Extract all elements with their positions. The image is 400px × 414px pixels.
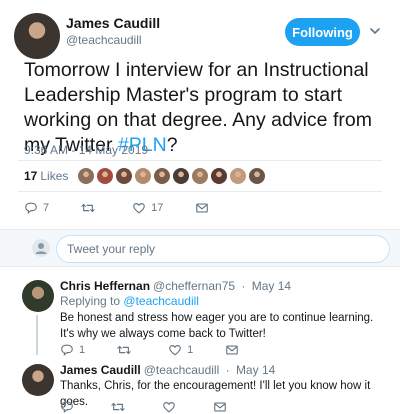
reply-actions: 1 1 (60, 343, 276, 357)
liker-avatar[interactable] (173, 168, 190, 184)
tweet-actions: 7 17 (24, 201, 246, 215)
tweet-text-body: Tomorrow I interview for an Instructiona… (24, 59, 372, 156)
liker-avatar[interactable] (154, 168, 171, 184)
replying-to-handle[interactable]: @teachcaudill (123, 294, 199, 308)
liker-avatar[interactable] (249, 168, 266, 184)
reply-author-name[interactable]: Chris Heffernan (60, 279, 150, 293)
retweet-action[interactable] (111, 400, 130, 414)
reply-header: James Caudill @teachcaudill · May 14 (60, 363, 276, 377)
reply-author-handle[interactable]: @cheffernan75 (153, 279, 235, 293)
retweet-icon (81, 203, 95, 213)
reply-author-handle[interactable]: @teachcaudill (144, 363, 220, 377)
like-action[interactable] (162, 400, 181, 414)
tweet-text-suffix: ? (166, 134, 178, 156)
divider (18, 191, 382, 192)
likes-row[interactable]: 17 Likes (24, 168, 268, 184)
envelope-icon (226, 345, 239, 355)
direct-message-action[interactable] (225, 343, 244, 357)
author-avatar[interactable] (14, 13, 60, 59)
reply-icon (61, 401, 73, 414)
retweet-icon (111, 402, 125, 412)
tweet-timestamp[interactable]: 9:36 AM - 14 May 2019 (24, 143, 148, 157)
liker-avatar[interactable] (230, 168, 247, 184)
heart-icon (133, 203, 145, 214)
reply-date[interactable]: May 14 (236, 363, 275, 377)
direct-message-action[interactable] (195, 201, 214, 215)
like-count: 1 (187, 344, 194, 356)
heart-icon (169, 345, 181, 356)
retweet-action[interactable] (81, 201, 100, 215)
reply-avatar[interactable] (22, 364, 54, 396)
replying-to-label: Replying to (60, 294, 121, 308)
author-handle[interactable]: @teachcaudill (66, 33, 142, 47)
envelope-icon (214, 402, 226, 412)
reply-icon (25, 202, 37, 215)
reply-author-name[interactable]: James Caudill (60, 363, 141, 377)
user-avatar (32, 239, 50, 257)
reply-composer (0, 229, 400, 267)
liker-avatar[interactable] (192, 168, 209, 184)
liker-avatar[interactable] (78, 168, 95, 184)
chevron-down-icon[interactable] (368, 24, 382, 38)
likes-count: 17 (24, 169, 38, 183)
direct-message-action[interactable] (213, 400, 232, 414)
following-button[interactable]: Following (285, 18, 360, 46)
author-name[interactable]: James Caudill (66, 15, 160, 31)
reply-actions (60, 400, 264, 414)
heart-icon (163, 402, 175, 413)
envelope-icon (196, 203, 209, 213)
like-count: 17 (151, 202, 164, 214)
liker-avatar[interactable] (97, 168, 114, 184)
likes-label: Likes (40, 169, 69, 183)
liker-avatar[interactable] (135, 168, 152, 184)
like-action[interactable]: 1 (168, 343, 193, 357)
reply-count: 7 (43, 202, 50, 214)
reply-header: Chris Heffernan @cheffernan75 · May 14 (60, 279, 292, 293)
reply-action[interactable]: 1 (60, 343, 85, 357)
default-user-icon (35, 243, 47, 254)
thread-line (36, 315, 38, 355)
reply-date[interactable]: May 14 (252, 279, 291, 293)
replying-to: Replying to @teachcaudill (60, 294, 199, 308)
like-action[interactable]: 17 (132, 201, 163, 215)
reply-icon (61, 344, 73, 357)
retweet-action[interactable] (117, 343, 136, 357)
liker-avatars[interactable] (78, 168, 268, 184)
liker-avatar[interactable] (116, 168, 133, 184)
retweet-icon (117, 345, 131, 355)
reply-avatar[interactable] (22, 280, 54, 312)
reply-action[interactable] (60, 400, 79, 414)
reply-input[interactable] (56, 235, 390, 263)
liker-avatar[interactable] (211, 168, 228, 184)
reply-action[interactable]: 7 (24, 201, 49, 215)
divider (18, 160, 382, 161)
reply-text: Be honest and stress how eager you are t… (60, 312, 374, 340)
reply-count: 1 (79, 344, 86, 356)
